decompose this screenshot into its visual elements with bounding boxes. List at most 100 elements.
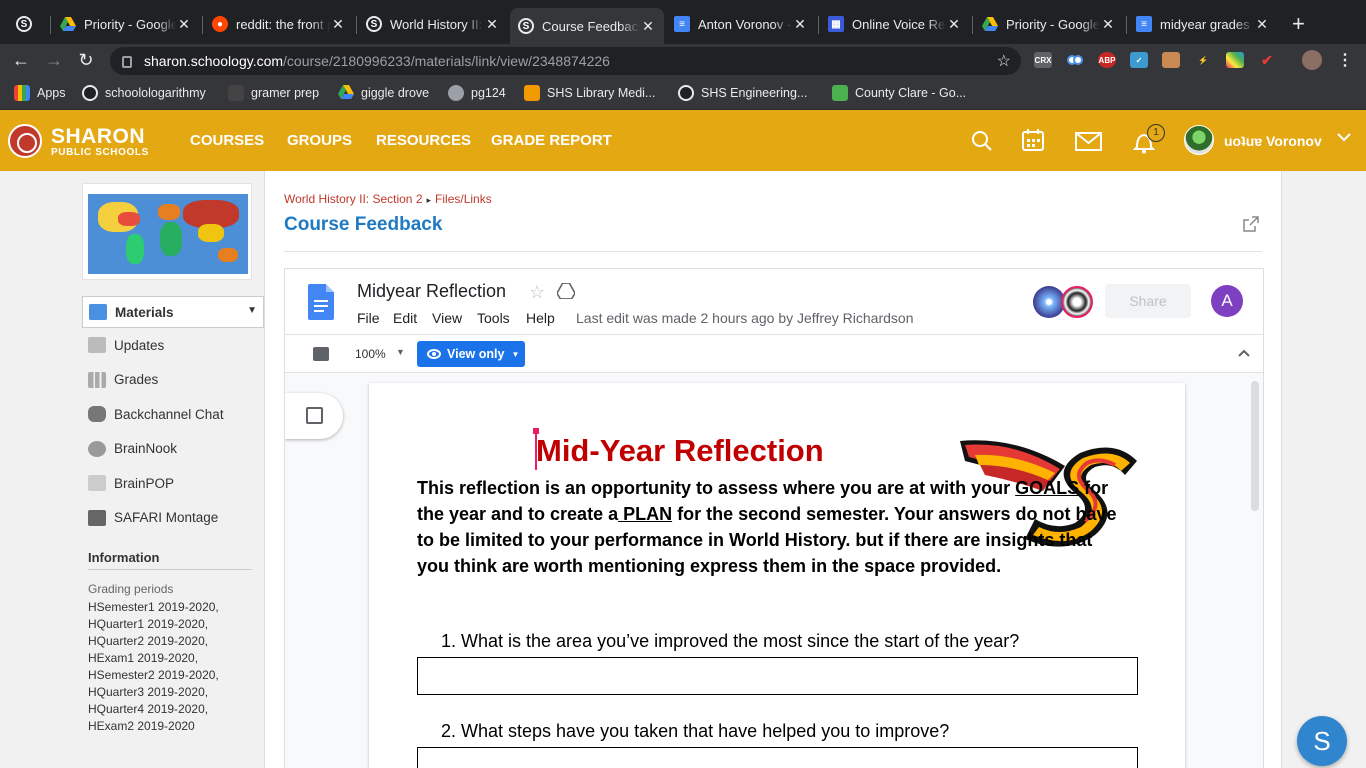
sidebar-item-updates[interactable]: Updates (82, 328, 264, 363)
sidebar-item-safari-montage[interactable]: SAFARI Montage (82, 501, 264, 536)
profile-avatar[interactable] (1302, 50, 1322, 70)
crx-extension-icon[interactable]: CRX (1034, 52, 1052, 68)
tab-priority-drive-2[interactable]: Priority - Google Drive ✕ (974, 8, 1124, 40)
caret-down-icon[interactable]: ▼ (247, 305, 257, 316)
nav-grade-report[interactable]: GRADE REPORT (491, 132, 612, 149)
extension-icon[interactable]: ✔ (1258, 52, 1276, 68)
menu-tools[interactable]: Tools (477, 310, 510, 326)
answer-box-1 (417, 657, 1138, 695)
calendar-icon[interactable] (1021, 128, 1045, 157)
back-button[interactable]: ← (10, 50, 32, 71)
zoom-select[interactable]: 100% (355, 347, 386, 361)
sidebar-item-brainpop[interactable]: BrainPOP (82, 466, 264, 501)
bookmark-shs-engineering[interactable]: SHS Engineering... (678, 85, 807, 101)
close-icon[interactable]: ✕ (330, 16, 346, 33)
user-name[interactable]: uoʇuɐ Voronov (1224, 133, 1322, 149)
close-icon[interactable]: ✕ (1254, 16, 1270, 33)
sidebar-item-brainnook[interactable]: BrainNook (82, 432, 264, 467)
url-host: sharon.schoology.com (144, 53, 284, 69)
logo-title[interactable]: SHARON (51, 125, 145, 149)
adblock-plus-icon[interactable]: ABP (1098, 52, 1116, 68)
user-avatar[interactable] (1184, 125, 1214, 155)
print-icon[interactable] (313, 347, 329, 361)
breadcrumb-section-link[interactable]: Files/Links (435, 192, 492, 206)
chevron-down-icon[interactable] (1336, 130, 1352, 148)
breadcrumb-course-link[interactable]: World History II: Section 2 (284, 192, 423, 206)
sidebar-item-materials[interactable]: Materials ▼ (82, 296, 264, 328)
reload-button[interactable]: ↻ (75, 50, 97, 71)
close-icon[interactable]: ✕ (484, 16, 500, 33)
view-only-button[interactable]: View only ▼ (417, 341, 525, 367)
forward-button[interactable]: → (43, 50, 65, 71)
star-icon[interactable]: ☆ (529, 282, 545, 303)
close-icon[interactable]: ✕ (1100, 16, 1116, 33)
bookmark-gramer-prep[interactable]: gramer prep (228, 85, 319, 101)
google-drive-icon (338, 85, 354, 101)
bookmarks-bar: Apps schoolologarithmy gramer prep giggl… (0, 78, 1366, 110)
move-to-drive-icon[interactable] (556, 282, 576, 303)
sidebar-item-label: BrainPOP (114, 475, 175, 491)
sharon-seal-logo[interactable] (8, 124, 42, 158)
scrollbar-thumb[interactable] (1251, 381, 1259, 511)
address-bar[interactable]: sharon.schoology.com /course/2180996233/… (110, 47, 1021, 75)
menu-edit[interactable]: Edit (393, 310, 417, 326)
bookmark-giggle-drove[interactable]: giggle drove (338, 85, 429, 101)
bookmark-apps[interactable]: Apps (14, 85, 66, 101)
tab-world-history[interactable]: S World History II: Section 2 ✕ (358, 8, 508, 40)
google-docs-icon[interactable] (308, 284, 334, 320)
collapse-chevron-icon[interactable] (1238, 346, 1250, 360)
notification-count-badge[interactable]: 1 (1147, 124, 1165, 142)
menu-view[interactable]: View (432, 310, 462, 326)
tab-voice-recorder[interactable]: ▦ Online Voice Recorder ✕ (820, 8, 970, 40)
doc-title[interactable]: Midyear Reflection (357, 281, 506, 302)
last-edit-status[interactable]: Last edit was made 2 hours ago by Jeffre… (576, 310, 913, 326)
page-title: Course Feedback (284, 214, 443, 235)
extension-icon[interactable]: ⚡ (1194, 52, 1212, 68)
goals-text: GOALS (1015, 478, 1080, 498)
menu-help[interactable]: Help (526, 310, 555, 326)
brainpop-icon (88, 475, 106, 492)
tab-pinned-schoology[interactable]: S (8, 8, 52, 40)
tab-course-feedback[interactable]: S Course Feedback ✕ (510, 8, 664, 44)
caret-down-icon: ▼ (511, 349, 520, 359)
bookmark-schoolologarithmy[interactable]: schoolologarithmy (82, 85, 206, 101)
sidebar-item-backchannel-chat[interactable]: Backchannel Chat (82, 397, 264, 432)
tab-anton-docs[interactable]: ≡ Anton Voronov - Google Docs ✕ (666, 8, 816, 40)
nav-courses[interactable]: COURSES (190, 132, 264, 149)
reddit-icon: ● (212, 16, 228, 32)
outline-toggle-button[interactable] (285, 393, 343, 439)
grades-icon (88, 371, 106, 388)
menu-file[interactable]: File (357, 310, 380, 326)
account-avatar[interactable]: A (1211, 285, 1243, 317)
extension-icon[interactable]: ✓ (1130, 52, 1148, 68)
extension-icon[interactable] (1162, 52, 1180, 68)
collaborator-avatar[interactable] (1061, 286, 1093, 318)
bookmark-pg124[interactable]: pg124 (448, 85, 506, 101)
close-icon[interactable]: ✕ (792, 16, 808, 33)
bookmark-star-icon[interactable]: ☆ (997, 51, 1011, 71)
messages-icon[interactable] (1075, 132, 1102, 156)
menu-kebab-icon[interactable]: ⋮ (1336, 52, 1354, 69)
owl-extension-icon[interactable] (1066, 52, 1084, 68)
search-icon[interactable] (971, 130, 993, 157)
share-button[interactable]: Share (1105, 284, 1191, 318)
schoology-icon (678, 85, 694, 101)
new-tab-button[interactable]: + (1292, 13, 1305, 35)
external-link-icon[interactable] (1243, 216, 1259, 232)
nav-groups[interactable]: GROUPS (287, 132, 352, 149)
tab-midyear-grades[interactable]: ≡ midyear grades ✕ (1128, 8, 1278, 40)
gb-icon (228, 85, 244, 101)
close-icon[interactable]: ✕ (176, 16, 192, 33)
close-icon[interactable]: ✕ (640, 18, 656, 35)
tab-priority-drive[interactable]: Priority - Google Drive ✕ (52, 8, 200, 40)
tab-reddit[interactable]: ● reddit: the front page of the internet… (204, 8, 354, 40)
close-icon[interactable]: ✕ (946, 16, 962, 33)
color-picker-extension-icon[interactable] (1226, 52, 1244, 68)
caret-down-icon[interactable]: ▼ (396, 347, 405, 357)
schoology-chat-button[interactable]: S (1297, 716, 1347, 766)
bookmark-county-clare[interactable]: County Clare - Go... (832, 85, 966, 101)
logo-subtitle[interactable]: PUBLIC SCHOOLS (51, 147, 149, 158)
sidebar-item-grades[interactable]: Grades (82, 363, 264, 398)
nav-resources[interactable]: RESOURCES (376, 132, 471, 149)
bookmark-shs-library[interactable]: SHS Library Medi... (524, 85, 655, 101)
